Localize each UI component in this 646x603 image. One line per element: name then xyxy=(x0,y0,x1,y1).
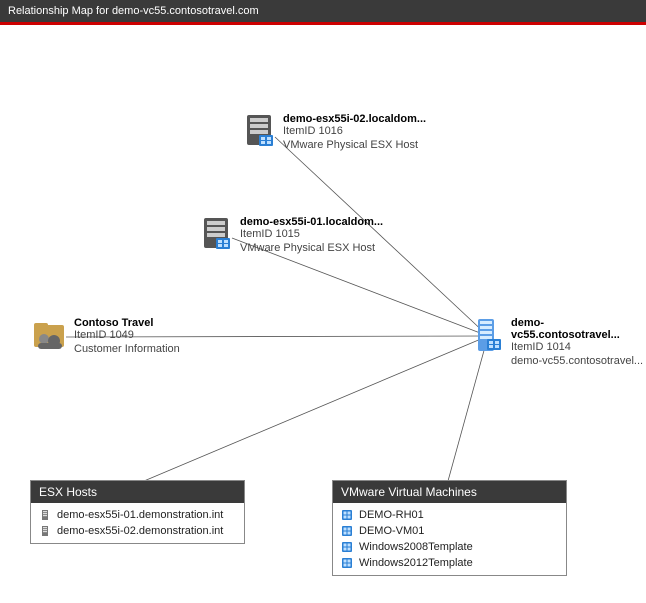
list-item[interactable]: DEMO-VM01 xyxy=(333,523,566,539)
customer-icon xyxy=(32,317,68,353)
panel-esx-hosts[interactable]: ESX Hosts demo-esx55i-01.demonstration.i… xyxy=(30,480,245,544)
list-item-label: demo-esx55i-01.demonstration.int xyxy=(57,509,223,521)
list-item-label: DEMO-VM01 xyxy=(359,525,424,537)
list-item[interactable]: demo-esx55i-01.demonstration.int xyxy=(31,507,244,523)
node-type: VMware Physical ESX Host xyxy=(283,139,426,153)
vm-mini-icon xyxy=(341,541,353,553)
panel-virtual-machines[interactable]: VMware Virtual Machines DEMO-RH01 DEMO-V… xyxy=(332,480,567,576)
node-title: demo-esx55i-02.localdom... xyxy=(283,113,426,125)
node-vcenter[interactable]: demo-vc55.contosotravel... ItemID 1014 d… xyxy=(469,317,646,369)
node-esx-host-02[interactable]: demo-esx55i-02.localdom... ItemID 1016 V… xyxy=(241,113,426,153)
node-title: demo-esx55i-01.localdom... xyxy=(240,216,383,228)
host-mini-icon xyxy=(39,525,51,537)
vcenter-server-icon xyxy=(469,317,505,353)
list-item[interactable]: Windows2008Template xyxy=(333,539,566,555)
server-host-icon xyxy=(198,216,234,252)
list-item-label: Windows2008Template xyxy=(359,541,473,553)
vm-mini-icon xyxy=(341,557,353,569)
list-item[interactable]: demo-esx55i-02.demonstration.int xyxy=(31,523,244,539)
vm-mini-icon xyxy=(341,509,353,521)
node-item-id: ItemID 1015 xyxy=(240,228,383,242)
panel-header: ESX Hosts xyxy=(31,481,244,503)
node-item-id: ItemID 1049 xyxy=(74,329,180,343)
server-host-icon xyxy=(241,113,277,149)
list-item-label: Windows2012Template xyxy=(359,557,473,569)
node-type: Customer Information xyxy=(74,343,180,357)
node-type: demo-vc55.contosotravel... xyxy=(511,355,646,369)
node-type: VMware Physical ESX Host xyxy=(240,242,383,256)
node-item-id: ItemID 1014 xyxy=(511,341,646,355)
node-title: Contoso Travel xyxy=(74,317,180,329)
node-title: demo-vc55.contosotravel... xyxy=(511,317,646,341)
node-esx-host-01[interactable]: demo-esx55i-01.localdom... ItemID 1015 V… xyxy=(198,216,383,256)
panel-header: VMware Virtual Machines xyxy=(333,481,566,503)
host-mini-icon xyxy=(39,509,51,521)
title-bar: Relationship Map for demo-vc55.contosotr… xyxy=(0,0,646,25)
node-customer[interactable]: Contoso Travel ItemID 1049 Customer Info… xyxy=(32,317,180,357)
list-item[interactable]: DEMO-RH01 xyxy=(333,507,566,523)
list-item-label: DEMO-RH01 xyxy=(359,509,424,521)
list-item[interactable]: Windows2012Template xyxy=(333,555,566,571)
vm-mini-icon xyxy=(341,525,353,537)
page-title: Relationship Map for demo-vc55.contosotr… xyxy=(8,5,259,17)
node-item-id: ItemID 1016 xyxy=(283,125,426,139)
list-item-label: demo-esx55i-02.demonstration.int xyxy=(57,525,223,537)
diagram-canvas: demo-esx55i-02.localdom... ItemID 1016 V… xyxy=(0,28,646,603)
